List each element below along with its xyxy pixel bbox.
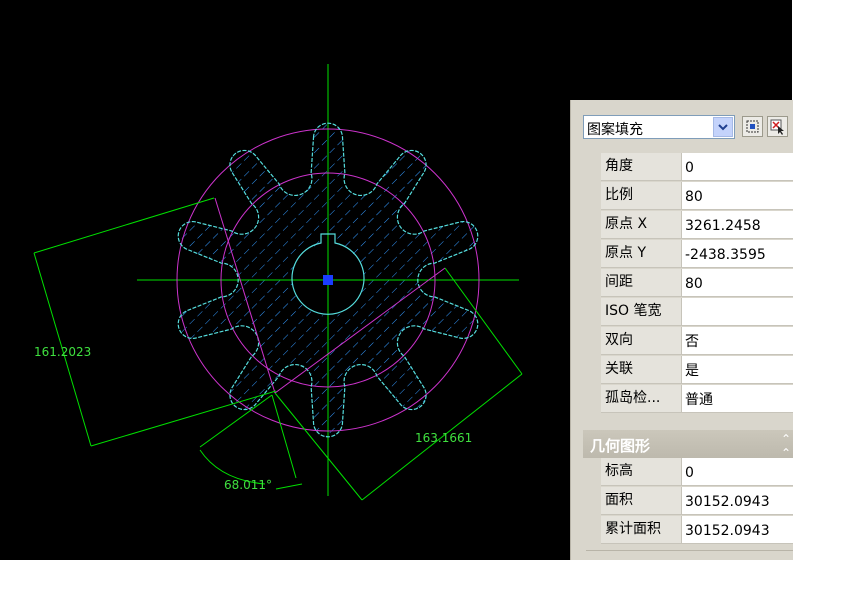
- object-type-dropdown[interactable]: 图案填充: [583, 115, 735, 139]
- property-label: ISO 笔宽: [601, 298, 682, 326]
- dimension-text-163[interactable]: 163.1661: [415, 431, 472, 445]
- property-label: 孤岛检...: [601, 385, 682, 413]
- center-grip[interactable]: [323, 275, 333, 285]
- property-value[interactable]: 80: [682, 269, 793, 297]
- geometry-properties-grid: 标高 0 面积 30152.0943 累计面积 30152.0943: [601, 458, 793, 545]
- property-value[interactable]: 0: [682, 153, 793, 181]
- property-label: 标高: [601, 458, 682, 486]
- dimension-text-161[interactable]: 161.2023: [34, 345, 91, 359]
- select-objects-button[interactable]: [767, 116, 788, 137]
- property-row[interactable]: 孤岛检... 普通: [601, 385, 793, 414]
- property-label: 比例: [601, 182, 682, 210]
- property-value[interactable]: 是: [682, 356, 793, 384]
- property-row[interactable]: 关联是: [601, 356, 793, 385]
- properties-palette: 图案填充 角度 0 比例 80 原点 X 3261.2458 原点 Y -2438.3595 间…: [570, 100, 793, 560]
- property-row[interactable]: ISO 笔宽: [601, 298, 793, 327]
- property-row[interactable]: 角度 0: [601, 153, 793, 182]
- property-row[interactable]: 标高 0: [601, 458, 793, 487]
- object-type-value: 图案填充: [587, 122, 643, 138]
- property-label: 双向: [601, 327, 682, 355]
- property-label: 原点 Y: [601, 240, 682, 268]
- property-label: 累计面积: [601, 516, 682, 544]
- property-value[interactable]: 3261.2458: [682, 211, 793, 239]
- select-objects-icon: [770, 119, 784, 135]
- property-value[interactable]: 30152.0943: [682, 487, 793, 515]
- angle-text[interactable]: 68.011°: [224, 478, 272, 492]
- property-label: 原点 X: [601, 211, 682, 239]
- property-row[interactable]: 累计面积 30152.0943: [601, 516, 793, 545]
- pattern-properties-grid: 角度 0 比例 80 原点 X 3261.2458 原点 Y -2438.3595 间距 80 IS…: [601, 153, 793, 414]
- section-header-geometry[interactable]: 几何图形 ⌃ ⌃: [583, 430, 793, 460]
- property-value[interactable]: 0: [682, 458, 793, 486]
- divider: [586, 550, 793, 551]
- property-row[interactable]: 原点 X 3261.2458: [601, 211, 793, 240]
- property-label: 关联: [601, 356, 682, 384]
- chevron-down-icon[interactable]: [713, 117, 733, 137]
- property-label: 面积: [601, 487, 682, 515]
- section-title: 几何图形: [590, 437, 651, 455]
- property-row[interactable]: 原点 Y -2438.3595: [601, 240, 793, 269]
- collapse-icon[interactable]: ⌃ ⌃: [781, 432, 791, 460]
- property-row[interactable]: 面积 30152.0943: [601, 487, 793, 516]
- property-value[interactable]: 30152.0943: [682, 516, 793, 544]
- quick-select-button[interactable]: [742, 116, 763, 137]
- property-row[interactable]: 双向否: [601, 327, 793, 356]
- property-value[interactable]: [682, 298, 793, 326]
- property-row[interactable]: 比例 80: [601, 182, 793, 211]
- property-label: 角度: [601, 153, 682, 181]
- property-value[interactable]: -2438.3595: [682, 240, 793, 268]
- property-value[interactable]: 否: [682, 327, 793, 355]
- property-label: 间距: [601, 269, 682, 297]
- property-value[interactable]: 普通: [682, 385, 793, 413]
- quick-select-icon: [746, 120, 759, 133]
- property-row[interactable]: 间距 80: [601, 269, 793, 298]
- property-value[interactable]: 80: [682, 182, 793, 210]
